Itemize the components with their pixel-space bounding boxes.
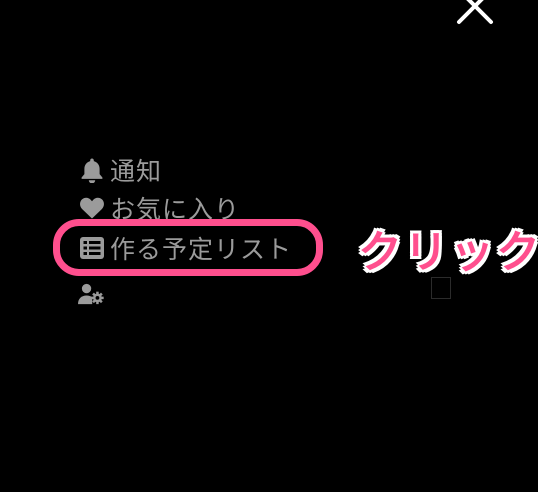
bell-icon [78, 156, 106, 184]
highlight-ring [53, 219, 323, 276]
user-gear-icon [78, 280, 106, 308]
heart-icon [78, 194, 106, 222]
menu-item-account-settings[interactable] [78, 276, 110, 312]
close-icon [457, 0, 493, 24]
close-button[interactable] [452, 0, 498, 30]
click-instruction-label: クリック [358, 227, 538, 278]
menu-item-notifications[interactable]: 通知 [78, 152, 162, 188]
small-placeholder-box [431, 277, 451, 299]
menu-item-notifications-label: 通知 [110, 157, 163, 186]
